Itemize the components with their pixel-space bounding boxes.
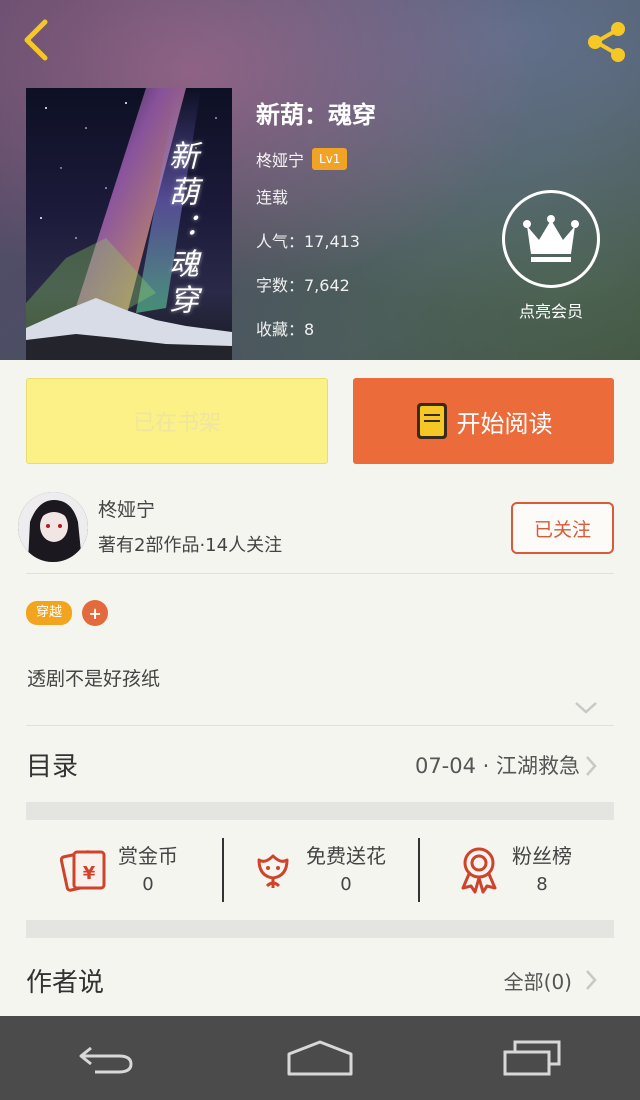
recents-icon	[503, 1040, 561, 1076]
nav-recents-button[interactable]	[483, 1028, 583, 1088]
serial-status: 连载	[256, 188, 289, 207]
author-name[interactable]: 柊娅宁	[256, 147, 304, 171]
word-count: 字数：7,642	[256, 276, 350, 295]
book-description: 透剧不是好孩纸	[27, 668, 161, 690]
start-reading-button[interactable]: 开始阅读	[353, 378, 614, 464]
latest-chapter: 07-04 · 江湖救急	[414, 754, 580, 778]
medal-icon	[454, 845, 504, 895]
book-header: 新葫：魂穿 新葫：魂穿 柊娅宁 Lv1 连载 人气：17,413 字数：7,64…	[0, 0, 640, 360]
vip-label: 点亮会员	[518, 302, 583, 321]
on-shelf-button[interactable]: 已在书架	[26, 378, 328, 464]
chevron-right-icon	[586, 970, 597, 990]
cover-title: 新葫：魂穿	[163, 140, 198, 320]
back-arrow-icon	[79, 1046, 133, 1074]
red-envelope-icon: ¥	[60, 845, 110, 895]
popularity: 人气：17,413	[256, 232, 360, 251]
favorites-count: 收藏：8	[256, 320, 315, 339]
chevron-down-icon	[575, 702, 597, 714]
divider	[418, 838, 420, 902]
tag-list: 穿越 +	[26, 600, 109, 626]
expand-description-button[interactable]	[572, 698, 600, 718]
back-button[interactable]	[14, 18, 58, 62]
reward-coins-text: 赏金币 0	[118, 841, 178, 899]
nav-back-button[interactable]	[57, 1028, 157, 1088]
book-icon	[415, 401, 449, 441]
reward-coins-label: 赏金币	[118, 844, 178, 868]
level-badge: Lv1	[312, 148, 348, 170]
vip-button[interactable]: 点亮会员	[500, 190, 602, 322]
book-info: 新葫：魂穿 柊娅宁 Lv1 连载 人气：17,413 字数：7,642 收藏：8	[256, 98, 496, 352]
reward-coins-button[interactable]: ¥ 赏金币 0	[60, 838, 178, 902]
catalog-row[interactable]: 目录 07-04 · 江湖救急	[26, 726, 614, 802]
author-avatar-art	[18, 492, 88, 562]
chevron-left-icon	[24, 19, 48, 61]
stats-row: ¥ 赏金币 0 免费送花 0 粉丝榜 8	[26, 820, 614, 920]
avatar[interactable]	[18, 492, 88, 562]
fan-ranking-button[interactable]: 粉丝榜 8	[454, 838, 572, 902]
section-separator	[26, 920, 614, 938]
chevron-right-icon	[586, 756, 597, 776]
nav-home-button[interactable]	[270, 1028, 370, 1088]
fan-ranking-label: 粉丝榜	[512, 844, 572, 868]
fan-ranking-count: 8	[536, 874, 548, 895]
divider	[222, 838, 224, 902]
tag-chip[interactable]: 穿越	[26, 601, 73, 625]
flower-icon	[248, 845, 298, 895]
home-icon	[287, 1040, 353, 1076]
view-all-link[interactable]: 全部(0)	[504, 966, 572, 995]
author-says-row[interactable]: 作者说 全部(0)	[26, 940, 614, 1016]
send-flowers-label: 免费送花	[306, 844, 386, 868]
follow-button[interactable]: 已关注	[511, 502, 614, 554]
system-nav-bar	[0, 1016, 640, 1100]
book-title: 新葫：魂穿	[256, 101, 376, 129]
author-card[interactable]: 柊娅宁 著有2部作品·14人关注 已关注	[0, 488, 640, 574]
book-cover[interactable]: 新葫：魂穿	[26, 88, 232, 360]
author-meta: 柊娅宁 著有2部作品·14人关注	[98, 496, 282, 560]
author-stats: 著有2部作品·14人关注	[98, 535, 283, 556]
action-buttons: 已在书架 开始阅读	[26, 378, 614, 466]
start-reading-label: 开始阅读	[456, 409, 553, 438]
send-flowers-button[interactable]: 免费送花 0	[248, 838, 386, 902]
send-flowers-text: 免费送花 0	[306, 841, 386, 899]
catalog-title: 目录	[26, 752, 79, 782]
share-icon	[588, 22, 625, 62]
add-tag-button[interactable]: +	[82, 600, 109, 626]
author-row: 柊娅宁 Lv1	[256, 146, 496, 172]
section-separator	[26, 802, 614, 820]
svg-text:¥: ¥	[83, 863, 96, 884]
author-card-name: 柊娅宁	[98, 499, 156, 521]
reward-coins-count: 0	[142, 874, 154, 895]
divider	[26, 573, 614, 574]
crown-icon	[523, 215, 579, 262]
send-flowers-count: 0	[340, 874, 352, 895]
author-says-title: 作者说	[26, 968, 105, 998]
share-button[interactable]	[582, 18, 630, 66]
vip-badge	[502, 190, 600, 288]
fan-ranking-text: 粉丝榜 8	[512, 841, 572, 899]
